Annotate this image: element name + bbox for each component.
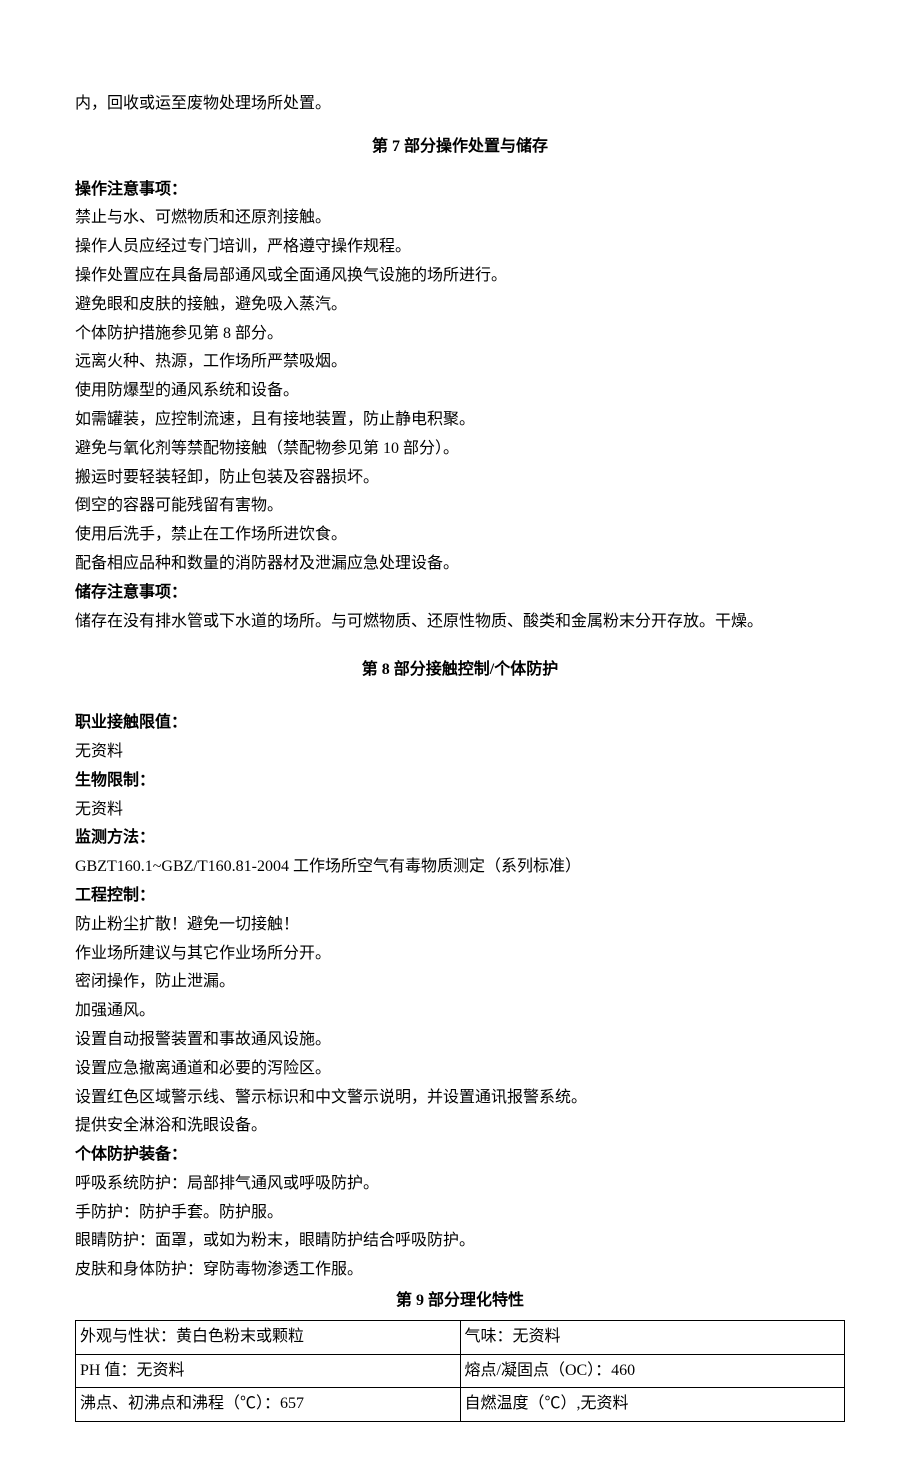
- monitoring-method-heading: 监测方法：: [75, 824, 845, 853]
- engineering-control-line: 加强通风。: [75, 997, 845, 1026]
- storage-precautions-text: 储存在没有排水管或下水道的场所。与可燃物质、还原性物质、酸类和金属粉末分开存放。…: [75, 608, 845, 637]
- table-row: 外观与性状：黄白色粉末或颗粒气味：无资料: [76, 1320, 845, 1354]
- operation-precaution-line: 如需罐装，应控制流速，且有接地装置，防止静电积聚。: [75, 406, 845, 435]
- ppe-line: 眼睛防护：面罩，或如为粉末，眼睛防护结合呼吸防护。: [75, 1227, 845, 1256]
- ppe-line: 皮肤和身体防护：穿防毒物渗透工作服。: [75, 1256, 845, 1285]
- property-cell-right: 熔点/凝固点（OC）：460: [460, 1354, 845, 1388]
- ppe-line: 呼吸系统防护：局部排气通风或呼吸防护。: [75, 1170, 845, 1199]
- property-cell-left: 外观与性状：黄白色粉末或颗粒: [76, 1320, 461, 1354]
- property-cell-right: 气味：无资料: [460, 1320, 845, 1354]
- table-row: 沸点、初沸点和沸程（℃）：657自燃温度（℃）,无资料: [76, 1388, 845, 1422]
- operation-precaution-line: 搬运时要轻装轻卸，防止包装及容器损坏。: [75, 464, 845, 493]
- operation-precaution-line: 个体防护措施参见第 8 部分。: [75, 320, 845, 349]
- ppe-line: 手防护：防护手套。防护服。: [75, 1199, 845, 1228]
- operation-precautions-heading: 操作注意事项：: [75, 176, 845, 205]
- property-cell-right: 自燃温度（℃）,无资料: [460, 1388, 845, 1422]
- previous-section-fragment: 内，回收或运至废物处理场所处置。: [75, 90, 845, 119]
- occupational-exposure-heading: 职业接触限值：: [75, 709, 845, 738]
- engineering-control-line: 提供安全淋浴和洗眼设备。: [75, 1112, 845, 1141]
- monitoring-method-text: GBZT160.1~GBZ/T160.81-2004 工作场所空气有毒物质测定（…: [75, 853, 845, 882]
- engineering-control-line: 设置红色区域警示线、警示标识和中文警示说明，并设置通讯报警系统。: [75, 1084, 845, 1113]
- biological-limit-text: 无资料: [75, 796, 845, 825]
- operation-precaution-line: 操作人员应经过专门培训，严格遵守操作规程。: [75, 233, 845, 262]
- engineering-control-line: 设置应急撤离通道和必要的泻险区。: [75, 1055, 845, 1084]
- operation-precaution-line: 操作处置应在具备局部通风或全面通风换气设施的场所进行。: [75, 262, 845, 291]
- ppe-heading: 个体防护装备：: [75, 1141, 845, 1170]
- engineering-control-line: 密闭操作，防止泄漏。: [75, 968, 845, 997]
- operation-precaution-line: 禁止与水、可燃物质和还原剂接触。: [75, 204, 845, 233]
- property-cell-left: PH 值：无资料: [76, 1354, 461, 1388]
- engineering-control-line: 作业场所建议与其它作业场所分开。: [75, 940, 845, 969]
- section-8-title: 第 8 部分接触控制/个体防护: [75, 656, 845, 685]
- section-7-title: 第 7 部分操作处置与储存: [75, 133, 845, 162]
- operation-precaution-line: 避免眼和皮肤的接触，避免吸入蒸汽。: [75, 291, 845, 320]
- section-9-title: 第 9 部分理化特性: [75, 1287, 845, 1316]
- storage-precautions-heading: 储存注意事项：: [75, 579, 845, 608]
- operation-precaution-line: 避免与氧化剂等禁配物接触（禁配物参见第 10 部分）。: [75, 435, 845, 464]
- occupational-exposure-text: 无资料: [75, 738, 845, 767]
- biological-limit-heading: 生物限制：: [75, 767, 845, 796]
- operation-precaution-line: 远离火种、热源，工作场所严禁吸烟。: [75, 348, 845, 377]
- property-cell-left: 沸点、初沸点和沸程（℃）：657: [76, 1388, 461, 1422]
- operation-precaution-line: 使用后洗手，禁止在工作场所进饮食。: [75, 521, 845, 550]
- operation-precaution-line: 使用防爆型的通风系统和设备。: [75, 377, 845, 406]
- engineering-control-heading: 工程控制：: [75, 882, 845, 911]
- engineering-control-line: 设置自动报警装置和事故通风设施。: [75, 1026, 845, 1055]
- physical-chemical-properties-table: 外观与性状：黄白色粉末或颗粒气味：无资料PH 值：无资料熔点/凝固点（OC）：4…: [75, 1320, 845, 1422]
- table-row: PH 值：无资料熔点/凝固点（OC）：460: [76, 1354, 845, 1388]
- operation-precaution-line: 倒空的容器可能残留有害物。: [75, 492, 845, 521]
- operation-precaution-line: 配备相应品种和数量的消防器材及泄漏应急处理设备。: [75, 550, 845, 579]
- engineering-control-line: 防止粉尘扩散！避免一切接触！: [75, 911, 845, 940]
